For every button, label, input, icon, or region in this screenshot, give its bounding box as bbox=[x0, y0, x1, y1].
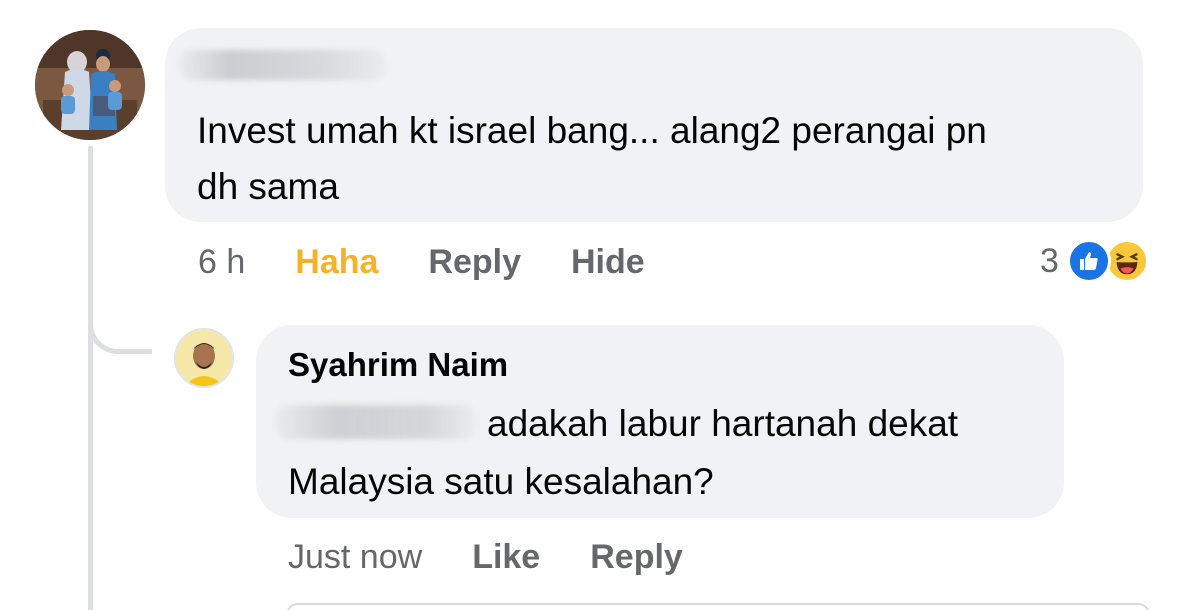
like-button[interactable]: Like bbox=[472, 538, 540, 577]
reply-text-line-2: Malaysia satu kesalahan? bbox=[288, 461, 714, 502]
comment-timestamp[interactable]: 6 h bbox=[198, 243, 245, 282]
reaction-count: 3 bbox=[1040, 241, 1059, 280]
reply-to-reply-button[interactable]: Reply bbox=[590, 538, 683, 577]
reply-author-avatar[interactable] bbox=[174, 328, 234, 388]
reply-text-line-1: adakah labur hartanah dekat bbox=[487, 403, 959, 444]
thread-connector-line bbox=[88, 146, 93, 610]
redacted-mention bbox=[276, 405, 476, 439]
reply-button[interactable]: Reply bbox=[428, 243, 521, 282]
commenter-avatar[interactable] bbox=[35, 30, 145, 140]
next-comment-box[interactable] bbox=[286, 603, 1150, 610]
redacted-author-name bbox=[178, 50, 386, 80]
reply-timestamp[interactable]: Just now bbox=[288, 538, 422, 577]
comment-text: Invest umah kt israel bang... alang2 per… bbox=[197, 110, 987, 207]
family-photo-icon bbox=[35, 30, 145, 140]
hide-button[interactable]: Hide bbox=[571, 243, 645, 282]
comment-thread: Invest umah kt israel bang... alang2 per… bbox=[0, 0, 1200, 610]
comment-actions: 6 h Haha Reply Hide bbox=[198, 240, 695, 284]
reaction-summary[interactable]: 3 bbox=[1040, 236, 1149, 286]
reply-actions: Just now Like Reply bbox=[288, 535, 733, 579]
reply-author-name[interactable]: Syahrim Naim bbox=[288, 346, 508, 384]
like-icon bbox=[1066, 239, 1111, 283]
reply-connector-curve bbox=[88, 296, 152, 354]
haha-reaction-button[interactable]: Haha bbox=[295, 243, 378, 282]
haha-icon bbox=[1104, 239, 1149, 283]
profile-photo-icon bbox=[176, 330, 232, 386]
